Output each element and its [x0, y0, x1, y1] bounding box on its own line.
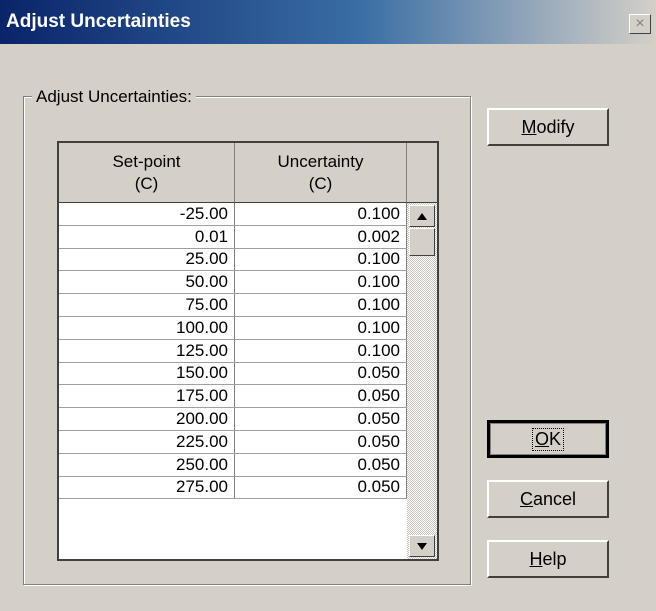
cancel-button[interactable]: Cancel [487, 480, 609, 518]
table-row[interactable]: 125.00 0.100 [59, 339, 407, 363]
scroll-up-button[interactable] [409, 205, 435, 227]
setpoint-cell[interactable]: 175.00 [59, 385, 235, 408]
column-header-uncertainty[interactable]: Uncertainty (C) [235, 143, 407, 203]
table-row[interactable]: 25.00 0.100 [59, 248, 407, 272]
header-corner [407, 143, 437, 203]
scroll-thumb[interactable] [409, 228, 435, 256]
grid-rows: -25.00 0.100 0.01 0.002 25.00 0.100 50.00 0.100… [59, 203, 407, 500]
ok-button[interactable]: OK [487, 420, 609, 458]
groupbox-label: Adjust Uncertainties: [32, 87, 196, 107]
scroll-down-button[interactable] [409, 535, 435, 557]
help-button-label: Help [529, 548, 567, 569]
uncertainty-cell[interactable]: 0.100 [235, 203, 407, 225]
column-header-uncertainty-name: Uncertainty [277, 151, 364, 171]
ok-button-label: OK [531, 427, 565, 451]
uncertainty-cell[interactable]: 0.050 [235, 408, 407, 430]
table-row[interactable]: 200.00 0.050 [59, 408, 407, 431]
setpoint-cell[interactable]: 0.01 [59, 225, 235, 248]
setpoint-cell[interactable]: -25.00 [59, 203, 235, 225]
setpoint-cell[interactable]: 125.00 [59, 339, 235, 362]
vertical-scrollbar[interactable] [407, 203, 437, 559]
table-row[interactable]: 0.01 0.002 [59, 225, 407, 249]
table-row[interactable]: 175.00 0.050 [59, 385, 407, 409]
setpoint-cell[interactable]: 275.00 [59, 476, 235, 499]
uncertainty-cell[interactable]: 0.050 [235, 453, 407, 476]
uncertainty-cell[interactable]: 0.050 [235, 476, 407, 499]
setpoint-cell[interactable]: 25.00 [59, 248, 235, 271]
uncertainty-grid[interactable]: Set-point (C) Uncertainty (C) -25.00 0.10… [57, 141, 439, 561]
uncertainty-cell[interactable]: 0.050 [235, 362, 407, 385]
uncertainty-cell[interactable]: 0.050 [235, 385, 407, 408]
title-bar: Adjust Uncertainties × [0, 0, 656, 44]
uncertainty-cell[interactable]: 0.100 [235, 316, 407, 339]
column-header-setpoint-name: Set-point [112, 151, 181, 171]
close-icon: × [635, 15, 645, 32]
uncertainty-cell[interactable]: 0.002 [235, 225, 407, 248]
close-button[interactable]: × [629, 14, 651, 34]
column-header-uncertainty-unit: (C) [308, 173, 333, 193]
arrow-down-icon [417, 542, 427, 550]
table-row[interactable]: 250.00 0.050 [59, 453, 407, 477]
column-header-setpoint-unit: (C) [134, 173, 159, 193]
setpoint-cell[interactable]: 200.00 [59, 408, 235, 430]
table-row[interactable]: 50.00 0.100 [59, 271, 407, 295]
modify-button[interactable]: Modify [487, 108, 609, 146]
uncertainty-cell[interactable]: 0.050 [235, 430, 407, 453]
setpoint-cell[interactable]: 250.00 [59, 453, 235, 476]
setpoint-cell[interactable]: 50.00 [59, 271, 235, 294]
uncertainty-cell[interactable]: 0.100 [235, 339, 407, 362]
cancel-button-label: Cancel [519, 488, 577, 509]
table-row[interactable]: 275.00 0.050 [59, 476, 407, 500]
table-row[interactable]: 75.00 0.100 [59, 294, 407, 317]
window-title: Adjust Uncertainties [6, 11, 191, 32]
table-row[interactable]: 225.00 0.050 [59, 430, 407, 454]
setpoint-cell[interactable]: 100.00 [59, 316, 235, 339]
table-row[interactable]: 150.00 0.050 [59, 362, 407, 386]
uncertainty-cell[interactable]: 0.100 [235, 248, 407, 271]
help-button[interactable]: Help [487, 540, 609, 578]
uncertainty-cell[interactable]: 0.100 [235, 271, 407, 294]
setpoint-cell[interactable]: 75.00 [59, 294, 235, 316]
uncertainty-cell[interactable]: 0.100 [235, 294, 407, 316]
column-header-setpoint[interactable]: Set-point (C) [59, 143, 235, 203]
arrow-up-icon [417, 212, 427, 220]
setpoint-cell[interactable]: 150.00 [59, 362, 235, 385]
table-row[interactable]: 100.00 0.100 [59, 316, 407, 340]
table-row[interactable]: -25.00 0.100 [59, 203, 407, 226]
setpoint-cell[interactable]: 225.00 [59, 430, 235, 453]
modify-button-label: Modify [521, 116, 575, 137]
